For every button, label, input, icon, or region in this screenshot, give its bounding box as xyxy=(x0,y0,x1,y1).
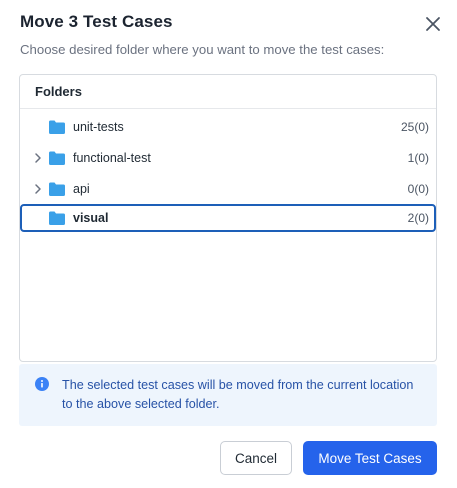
folder-count: 2(0) xyxy=(407,211,429,225)
folder-item-visual[interactable]: visual 2(0) xyxy=(20,204,436,232)
move-test-cases-dialog: Move 3 Test Cases Choose desired folder … xyxy=(0,0,457,488)
folder-name: api xyxy=(73,181,90,196)
folder-tree-panel: Folders unit-tests 25(0) functional-test… xyxy=(19,74,437,362)
folder-icon xyxy=(49,120,65,134)
close-icon xyxy=(426,17,440,31)
dialog-subtitle: Choose desired folder where you want to … xyxy=(20,42,385,57)
info-icon xyxy=(35,377,49,391)
folder-count: 25(0) xyxy=(400,119,429,134)
folder-icon xyxy=(49,182,65,196)
folder-item-unit-tests[interactable]: unit-tests 25(0) xyxy=(20,111,436,142)
folders-header: Folders xyxy=(20,75,436,109)
info-text: The selected test cases will be moved fr… xyxy=(62,378,414,411)
folder-name: visual xyxy=(73,211,109,225)
close-button[interactable] xyxy=(423,14,443,34)
info-message: The selected test cases will be moved fr… xyxy=(19,364,437,426)
folder-count: 0(0) xyxy=(407,181,429,196)
chevron-right-icon[interactable] xyxy=(32,152,44,164)
folder-name: functional-test xyxy=(73,150,151,165)
folder-icon xyxy=(49,151,65,165)
folder-item-api[interactable]: api 0(0) xyxy=(20,173,436,204)
chevron-right-icon[interactable] xyxy=(32,183,44,195)
dialog-title: Move 3 Test Cases xyxy=(20,12,173,31)
move-test-cases-button[interactable]: Move Test Cases xyxy=(303,441,437,475)
folder-count: 1(0) xyxy=(407,150,429,165)
cancel-button[interactable]: Cancel xyxy=(220,441,292,475)
folder-item-functional-test[interactable]: functional-test 1(0) xyxy=(20,142,436,173)
folder-name: unit-tests xyxy=(73,119,124,134)
folder-icon xyxy=(49,211,65,225)
folder-list: unit-tests 25(0) functional-test 1(0) ap… xyxy=(20,109,436,232)
